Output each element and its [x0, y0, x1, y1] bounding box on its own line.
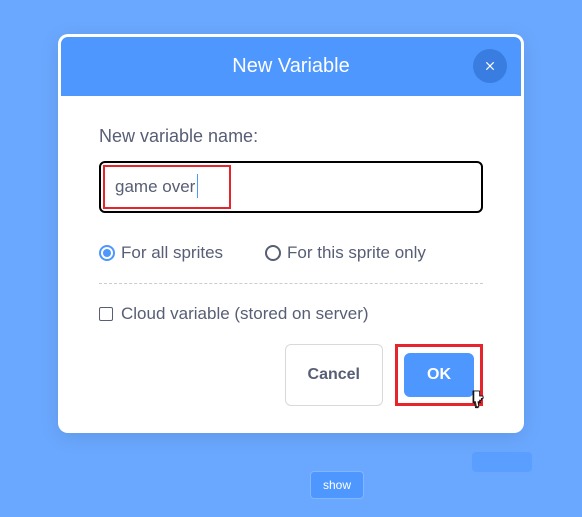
ok-highlight-box: OK — [395, 344, 483, 406]
radio-this-sprite-label: For this sprite only — [287, 243, 426, 263]
radio-all-sprites[interactable]: For all sprites — [99, 243, 223, 263]
variable-name-input[interactable] — [101, 163, 481, 211]
cloud-variable-label: Cloud variable (stored on server) — [121, 304, 369, 324]
close-icon — [483, 59, 497, 73]
variable-name-label: New variable name: — [99, 126, 483, 147]
radio-icon — [99, 245, 115, 261]
cancel-button[interactable]: Cancel — [285, 344, 383, 406]
radio-all-sprites-label: For all sprites — [121, 243, 223, 263]
scope-radio-group: For all sprites For this sprite only — [99, 243, 483, 263]
modal-header: New Variable — [61, 37, 521, 96]
ok-button[interactable]: OK — [404, 353, 474, 397]
button-row: Cancel OK — [99, 344, 483, 406]
bg-block — [472, 452, 532, 472]
new-variable-modal: New Variable New variable name: For all … — [58, 34, 524, 433]
modal-body: New variable name: For all sprites For t… — [61, 96, 521, 430]
radio-this-sprite[interactable]: For this sprite only — [265, 243, 426, 263]
cloud-variable-option[interactable]: Cloud variable (stored on server) — [99, 304, 483, 324]
variable-name-input-wrap — [99, 161, 483, 213]
checkbox-icon — [99, 307, 113, 321]
close-button[interactable] — [473, 49, 507, 83]
radio-icon — [265, 245, 281, 261]
bg-show-block: show — [310, 471, 364, 499]
divider — [99, 283, 483, 284]
modal-title: New Variable — [232, 55, 349, 77]
